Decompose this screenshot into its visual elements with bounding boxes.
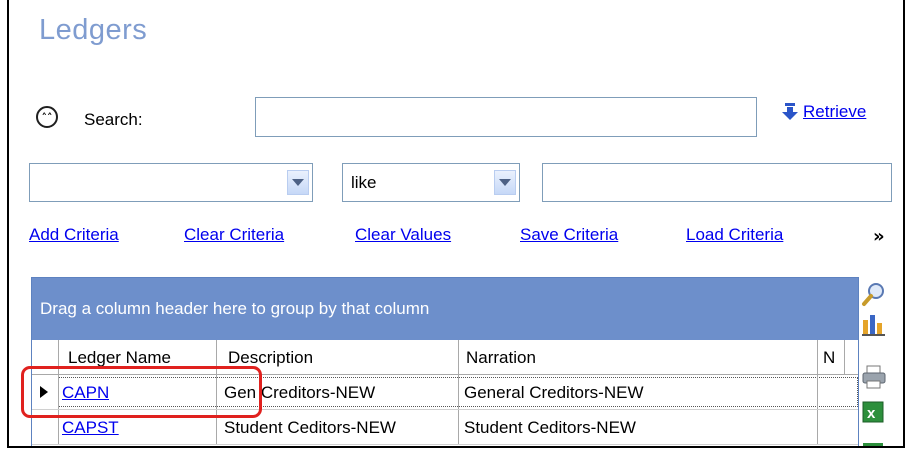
description-cell: Student Ceditors-NEW (224, 418, 396, 437)
field-select[interactable] (29, 163, 313, 202)
ledger-name-link[interactable]: CAPST (62, 418, 119, 438)
operator-select-value: like (351, 173, 377, 192)
retrieve-button[interactable]: Retrieve (782, 102, 866, 122)
search-input[interactable] (255, 97, 757, 137)
narration-cell: General Creditors-NEW (464, 383, 644, 402)
add-criteria-link[interactable]: Add Criteria (29, 225, 119, 245)
collapse-search-button[interactable]: ˄˄ (36, 106, 58, 128)
chart-icon[interactable] (861, 312, 887, 336)
search-label: Search: (84, 110, 143, 129)
narration-cell: Student Ceditors-NEW (464, 418, 636, 437)
ledger-grid: Drag a column header here to group by th… (31, 277, 859, 446)
magnifier-icon[interactable] (861, 281, 887, 306)
column-header-ledger-name[interactable]: Ledger Name (68, 348, 216, 368)
svg-text:x: x (867, 405, 876, 422)
clear-criteria-link[interactable]: Clear Criteria (184, 225, 284, 245)
operator-select[interactable]: like (342, 163, 520, 202)
printer-icon[interactable] (861, 364, 887, 389)
retrieve-link[interactable]: Retrieve (803, 102, 866, 122)
column-header-n[interactable]: N (823, 348, 853, 368)
criteria-value-input[interactable] (542, 163, 892, 202)
download-arrow-icon (782, 103, 798, 121)
page-title: Ledgers (39, 14, 148, 46)
column-header-description[interactable]: Description (228, 348, 458, 368)
column-header-narration[interactable]: Narration (466, 348, 816, 368)
clear-values-link[interactable]: Clear Values (355, 225, 451, 245)
load-criteria-link[interactable]: Load Criteria (686, 225, 783, 245)
excel-icon[interactable]: x (861, 400, 887, 424)
save-criteria-link[interactable]: Save Criteria (520, 225, 618, 245)
more-chevron-icon[interactable]: » (873, 226, 885, 247)
highlight-annotation (21, 366, 262, 418)
double-chevron-up-icon: ˄˄ (41, 110, 53, 124)
chevron-down-icon[interactable] (494, 170, 516, 195)
group-by-panel[interactable]: Drag a column header here to group by th… (32, 278, 858, 340)
excel-export-icon[interactable] (861, 438, 887, 446)
chevron-down-icon[interactable] (287, 170, 309, 195)
ledgers-window: Ledgers ˄˄ Search: Retrieve like Add Cri… (7, 0, 905, 448)
